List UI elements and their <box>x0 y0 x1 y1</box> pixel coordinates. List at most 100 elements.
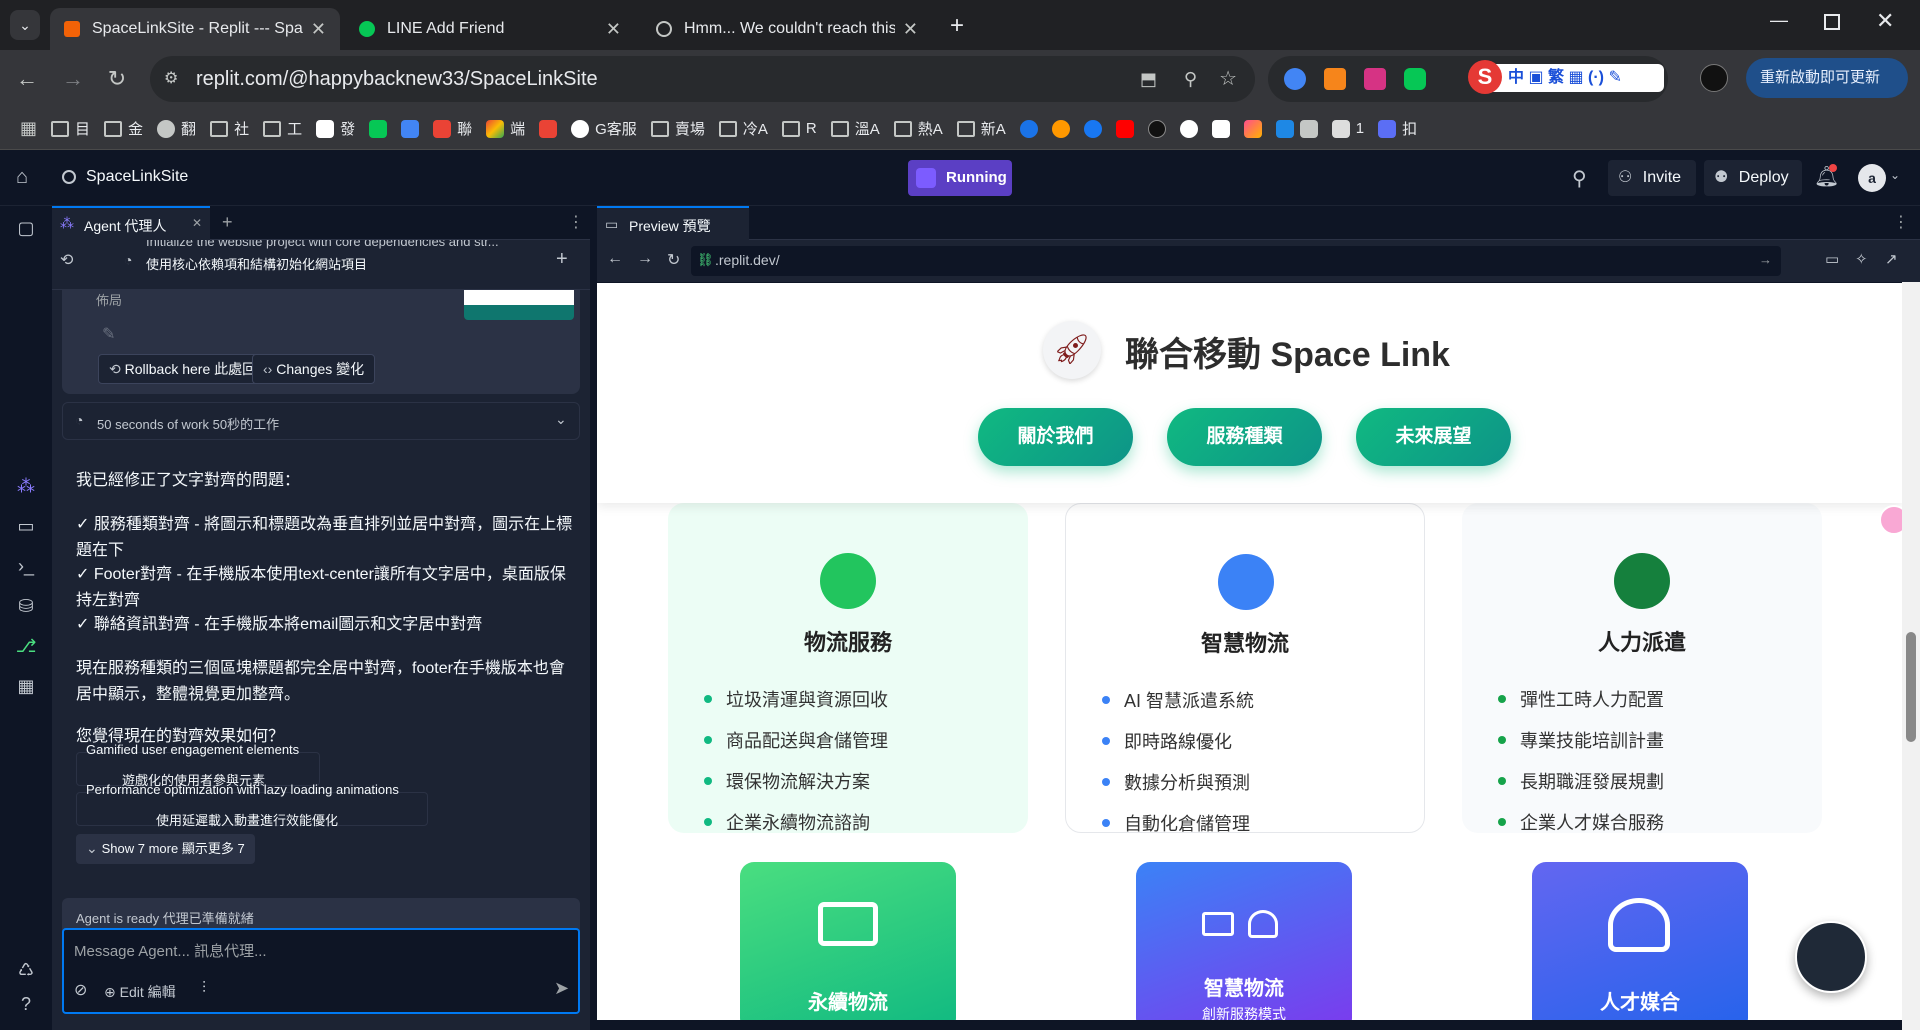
new-tab-button[interactable]: + <box>950 12 964 40</box>
database-icon[interactable]: ⛁ <box>14 594 38 618</box>
run-status-button[interactable]: Running <box>908 160 1012 196</box>
message-input-box[interactable]: Message Agent... 訊息代理... ⊘ ⊕ Edit 編輯 ⫶ ➤ <box>62 928 580 1014</box>
bookmark-folder[interactable]: 社 <box>210 118 249 139</box>
attach-icon[interactable]: ⊘ <box>74 980 87 1000</box>
deploy-button[interactable]: ⚉ Deploy <box>1704 160 1802 196</box>
extension-icon[interactable] <box>1284 68 1306 90</box>
tab-replit[interactable]: SpaceLinkSite - Replit --- Space ✕ <box>50 8 340 50</box>
extension-bookmark-icon[interactable] <box>1275 119 1318 138</box>
home-icon[interactable]: ⌂ <box>16 166 28 189</box>
gmail-bookmark-icon[interactable] <box>539 119 558 138</box>
feature-tile-sustainable[interactable]: 永續物流 <box>740 862 956 1020</box>
line-bookmark-icon[interactable] <box>369 119 388 138</box>
bookmark-folder[interactable]: 目 <box>51 118 90 139</box>
bookmark-link[interactable]: 端 <box>486 118 525 139</box>
extension-bookmark-icon[interactable] <box>1147 119 1166 138</box>
search-icon[interactable]: ⚲ <box>1572 166 1587 191</box>
close-tab-icon[interactable]: ✕ <box>903 19 918 40</box>
bookmark-folder[interactable]: 工 <box>263 118 302 139</box>
maximize-button[interactable] <box>1824 14 1840 30</box>
github-bookmark-icon[interactable] <box>1179 119 1198 138</box>
minimize-button[interactable]: — <box>1770 10 1788 31</box>
agent-icon[interactable]: ⁂ <box>14 474 38 498</box>
pride-icon[interactable]: ♺ <box>14 958 38 982</box>
chat-widget[interactable] <box>1795 921 1867 993</box>
extension-icon[interactable] <box>1364 68 1386 90</box>
files-icon[interactable]: ▢ <box>14 216 38 240</box>
new-tab-icon[interactable]: + <box>222 212 233 233</box>
avatar[interactable]: a <box>1858 164 1886 192</box>
changes-button[interactable]: ‹› Changes 變化 <box>252 354 376 384</box>
bookmark-link[interactable]: G客服 <box>571 118 637 139</box>
project-name[interactable]: SpaceLinkSite <box>86 168 188 186</box>
close-window-button[interactable]: ✕ <box>1876 8 1894 34</box>
close-tab-icon[interactable]: ✕ <box>192 216 202 230</box>
translate-float-icon[interactable] <box>1879 505 1902 535</box>
preview-tab[interactable]: ▭ Preview 預覽 <box>597 206 749 240</box>
profile-icon[interactable] <box>1700 64 1728 92</box>
forward-button[interactable]: → <box>58 64 88 94</box>
address-bar[interactable]: ⚙ replit.com/@happybacknew33/SpaceLinkSi… <box>150 56 1255 102</box>
reload-icon[interactable]: ↻ <box>667 250 680 270</box>
bookmark-folder[interactable]: R <box>781 120 817 137</box>
bookmark-folder[interactable]: 冷A <box>718 118 768 139</box>
update-button[interactable]: 重新啟動即可更新 ⋮ <box>1746 58 1908 126</box>
forward-icon[interactable]: → <box>637 250 653 268</box>
show-more-button[interactable]: ⌄ Show 7 more 顯示更多 7 <box>76 834 255 864</box>
all-tools-icon[interactable]: ▦ <box>14 674 38 698</box>
settings-sliders-icon[interactable]: ⫶ <box>202 980 206 998</box>
bookmark-folder[interactable]: 賣場 <box>650 118 705 139</box>
nav-future-button[interactable]: 未來展望 <box>1356 408 1511 466</box>
go-arrow-icon[interactable]: → <box>1759 252 1772 267</box>
back-button[interactable]: ← <box>12 64 42 94</box>
tab-search-button[interactable]: ⌄ <box>10 10 40 40</box>
history-icon[interactable]: ⟲ <box>60 250 73 270</box>
calendar-bookmark-icon[interactable] <box>401 119 420 138</box>
bookmark-folder[interactable]: 新A <box>956 118 1006 139</box>
extension-bookmark-icon[interactable] <box>1243 119 1262 138</box>
bookmark-star-icon[interactable]: ☆ <box>1219 56 1237 102</box>
bookmark-link[interactable]: 聯 <box>433 118 472 139</box>
bookmark-link[interactable]: 翻 <box>157 118 196 139</box>
preview-scrollbar[interactable] <box>1902 282 1920 1030</box>
shell-icon[interactable]: ›_ <box>14 554 38 578</box>
site-info-icon[interactable]: ⚙ <box>164 56 178 102</box>
send-icon[interactable]: ➤ <box>554 978 569 999</box>
bookmark-link[interactable]: 扣 <box>1378 118 1417 139</box>
add-icon[interactable]: + <box>556 248 568 271</box>
work-time-bar[interactable]: ◔ 50 seconds of work 50秒的工作 ⌄ <box>62 402 580 440</box>
nav-about-button[interactable]: 關於我們 <box>978 408 1133 466</box>
bookmark-folder[interactable]: 溫A <box>830 118 880 139</box>
apps-grid-icon[interactable]: ▦ <box>20 118 37 139</box>
facebook-bookmark-icon[interactable] <box>1083 119 1102 138</box>
devices-icon[interactable]: ▭ <box>1825 250 1839 268</box>
reload-button[interactable]: ↻ <box>102 64 132 94</box>
chevron-down-icon[interactable]: ⌄ <box>1890 168 1900 182</box>
preview-icon[interactable]: ▭ <box>14 514 38 538</box>
agent-tab[interactable]: ⁂ Agent 代理人 ✕ <box>52 206 210 240</box>
tab-line[interactable]: LINE Add Friend ✕ <box>345 8 635 50</box>
bookmark-link[interactable]: 1 <box>1331 119 1364 138</box>
youtube-bookmark-icon[interactable] <box>1115 119 1134 138</box>
edit-mode-button[interactable]: ⊕ Edit 編輯 <box>104 982 176 1002</box>
back-icon[interactable]: ← <box>607 250 623 268</box>
more-options-icon[interactable]: ⋮ <box>568 212 584 232</box>
line-extension-icon[interactable] <box>1404 68 1426 90</box>
extension-bookmark-icon[interactable] <box>1211 119 1230 138</box>
close-tab-icon[interactable]: ✕ <box>311 19 326 40</box>
devtools-icon[interactable]: ✧ <box>1855 250 1868 268</box>
scrollbar-thumb[interactable] <box>1906 632 1916 742</box>
nav-services-button[interactable]: 服務種類 <box>1167 408 1322 466</box>
bookmark-folder[interactable]: 金 <box>104 118 143 139</box>
edit-pencil-icon[interactable]: ✎ <box>102 324 115 344</box>
open-new-tab-icon[interactable]: ↗ <box>1885 250 1898 268</box>
feature-tile-talent[interactable]: 人才媒合 <box>1532 862 1748 1020</box>
preview-url-input[interactable]: ⛓ .replit.dev/ → <box>691 246 1781 276</box>
bookmark-folder[interactable]: 熱A <box>893 118 943 139</box>
git-icon[interactable]: ⎇ <box>14 634 38 658</box>
bookmark-link[interactable]: 發 <box>316 118 355 139</box>
zoom-icon[interactable]: ⚲ <box>1184 56 1197 102</box>
feature-tile-smart[interactable]: 智慧物流 創新服務模式 <box>1136 862 1352 1020</box>
ime-toolbar[interactable]: 中 ▣ 繁 ▦ (·) ✎ <box>1474 64 1664 92</box>
metamask-icon[interactable] <box>1324 68 1346 90</box>
